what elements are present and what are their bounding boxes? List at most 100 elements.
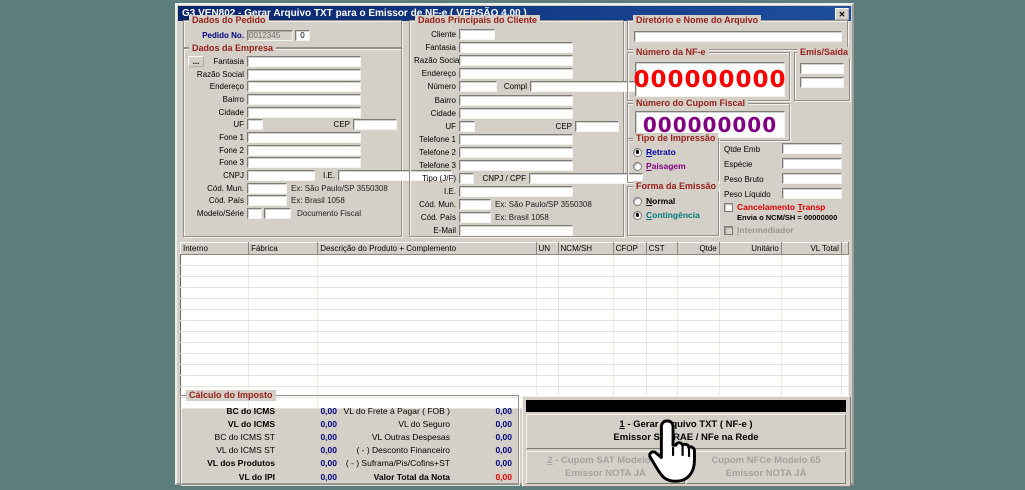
endereco-label: Endereço bbox=[188, 82, 244, 91]
radio-paisagem[interactable]: Paisagem bbox=[628, 159, 718, 173]
table-row[interactable] bbox=[181, 288, 849, 299]
empresa-fone2-input[interactable] bbox=[247, 145, 361, 156]
empresa-modelo-input[interactable] bbox=[247, 208, 262, 219]
saida-input[interactable] bbox=[800, 77, 844, 88]
items-table: InternoFábricaDescrição do Produto + Com… bbox=[180, 242, 849, 409]
table-row[interactable] bbox=[181, 310, 849, 321]
cliente-endereco-input[interactable] bbox=[459, 68, 573, 79]
column-header[interactable]: UN bbox=[536, 243, 558, 255]
cliente-telefone1-input[interactable] bbox=[459, 134, 573, 145]
column-header[interactable]: CFOP bbox=[613, 243, 646, 255]
empresa-fantasia-input[interactable] bbox=[247, 56, 361, 67]
cliente-cod-pais-input[interactable] bbox=[459, 212, 491, 223]
group-numero-nfe: Número da NF-e 000000000 bbox=[627, 52, 790, 101]
cliente-tipo-input[interactable] bbox=[459, 173, 474, 184]
cod-mun-hint: Ex: São Paulo/SP 3550308 bbox=[291, 184, 388, 193]
radio-contingencia[interactable]: Contingência bbox=[628, 208, 718, 222]
table-row[interactable] bbox=[181, 321, 849, 332]
cupom-sat-button[interactable]: 2 - Cupom SAT Modelo 59 Emissor NOTA JÁ bbox=[526, 451, 685, 484]
suframa-value: 0,00 bbox=[454, 458, 512, 468]
column-header[interactable]: Unitário bbox=[719, 243, 781, 255]
column-header[interactable]: NCM/SH bbox=[558, 243, 613, 255]
gerar-txt-button[interactable]: 1 - Gerar Arquivo TXT ( NF-e ) Emissor S… bbox=[526, 414, 846, 449]
cliente-email-input[interactable] bbox=[459, 225, 573, 236]
column-header[interactable]: VL Total bbox=[781, 243, 841, 255]
cliente-numero-input[interactable] bbox=[459, 81, 497, 92]
cliente-fantasia-input[interactable] bbox=[459, 42, 573, 53]
cliente-cidade-input[interactable] bbox=[459, 108, 573, 119]
qtde-emb-label: Qtde Emb bbox=[724, 145, 760, 154]
table-row[interactable] bbox=[181, 332, 849, 343]
cliente-cep-input[interactable] bbox=[575, 121, 619, 132]
peso-bruto-label: Peso Bruto bbox=[724, 175, 764, 184]
vl-ipi-value: 0,00 bbox=[275, 472, 337, 482]
compl-label: Compl bbox=[497, 82, 527, 91]
empresa-bairro-input[interactable] bbox=[247, 94, 361, 105]
browse-button[interactable]: ... bbox=[188, 56, 204, 67]
table-row[interactable] bbox=[181, 354, 849, 365]
group-title: Diretório e Nome do Arquivo bbox=[633, 15, 761, 26]
cliente-bairro-input[interactable] bbox=[459, 95, 573, 106]
table-row[interactable] bbox=[181, 266, 849, 277]
desconto-value: 0,00 bbox=[454, 445, 512, 455]
arquivo-path-input[interactable] bbox=[634, 31, 842, 42]
fone2-label: Fone 2 bbox=[188, 146, 244, 155]
peso-liquido-input[interactable] bbox=[782, 188, 842, 199]
cliente-cnpj-cpf-input[interactable] bbox=[529, 173, 643, 184]
table-row[interactable] bbox=[181, 255, 849, 266]
empresa-cod-pais-input[interactable] bbox=[247, 195, 287, 206]
fone1-label: Fone 1 bbox=[188, 133, 244, 142]
radio-paisagem-label: Paisagem bbox=[646, 161, 686, 171]
empresa-cep-input[interactable] bbox=[353, 119, 397, 130]
peso-bruto-input[interactable] bbox=[782, 173, 842, 184]
empresa-fone3-input[interactable] bbox=[247, 157, 361, 168]
column-header[interactable]: CST bbox=[646, 243, 677, 255]
pedido-no-input[interactable] bbox=[247, 30, 293, 41]
cliente-razao-input[interactable] bbox=[459, 55, 573, 66]
cliente-telefone2-input[interactable] bbox=[459, 147, 573, 158]
close-button[interactable]: ✕ bbox=[835, 8, 849, 20]
column-header[interactable]: Descrição do Produto + Complemento bbox=[318, 243, 536, 255]
qtde-emb-input[interactable] bbox=[782, 143, 842, 154]
radio-normal-label: Normal bbox=[646, 196, 675, 206]
radio-normal[interactable]: Normal bbox=[628, 194, 718, 208]
cliente-cod-mun-input[interactable] bbox=[459, 199, 491, 210]
emis-input[interactable] bbox=[800, 63, 844, 74]
column-header[interactable]: Interno bbox=[181, 243, 249, 255]
fone3-label: Fone 3 bbox=[188, 158, 244, 167]
cupom-nfce-button[interactable]: Cupom NFCe Modelo 65 Emissor NOTA JÁ bbox=[686, 451, 846, 484]
empresa-endereco-input[interactable] bbox=[247, 81, 361, 92]
empresa-serie-input[interactable] bbox=[264, 208, 291, 219]
radio-retrato[interactable]: Retrato bbox=[628, 145, 718, 159]
table-row[interactable] bbox=[181, 277, 849, 288]
cliente-codigo-input[interactable] bbox=[459, 29, 495, 40]
group-diretorio-arquivo: Diretório e Nome do Arquivo bbox=[627, 20, 848, 50]
group-title: Tipo de Impressão bbox=[633, 133, 718, 144]
radio-unselected-icon bbox=[633, 197, 642, 206]
empresa-fone1-input[interactable] bbox=[247, 132, 361, 143]
cod-pais-label: Cód. País bbox=[414, 213, 456, 222]
especie-input[interactable] bbox=[782, 158, 842, 169]
empresa-cidade-input[interactable] bbox=[247, 107, 361, 118]
empresa-uf-input[interactable] bbox=[247, 119, 263, 130]
table-row[interactable] bbox=[181, 365, 849, 376]
empresa-cod-mun-input[interactable] bbox=[247, 183, 287, 194]
group-title: Forma da Emissão bbox=[633, 181, 719, 192]
nfe-number-display: 000000000 bbox=[635, 62, 785, 97]
cancelamento-transp-checkbox[interactable]: Cancelamento Transp bbox=[724, 202, 825, 212]
items-header-row: InternoFábricaDescrição do Produto + Com… bbox=[181, 243, 849, 255]
vl-ipi-label: VL do IPI bbox=[187, 472, 275, 482]
cliente-ie-input[interactable] bbox=[459, 186, 573, 197]
column-header[interactable]: Fábrica bbox=[249, 243, 318, 255]
empresa-cnpj-input[interactable] bbox=[247, 170, 315, 181]
pedido-seq-input[interactable] bbox=[295, 30, 310, 41]
table-row[interactable] bbox=[181, 376, 849, 387]
table-row[interactable] bbox=[181, 299, 849, 310]
table-row[interactable] bbox=[181, 343, 849, 354]
empresa-razao-input[interactable] bbox=[247, 69, 361, 80]
column-header[interactable]: Qtde bbox=[677, 243, 719, 255]
cliente-uf-input[interactable] bbox=[459, 121, 475, 132]
intermediador-checkbox[interactable]: Intermediador bbox=[724, 225, 794, 235]
tax-row: VL do ICMS 0,00 VL do Seguro 0,00 bbox=[181, 417, 518, 430]
cliente-telefone3-input[interactable] bbox=[459, 160, 573, 171]
